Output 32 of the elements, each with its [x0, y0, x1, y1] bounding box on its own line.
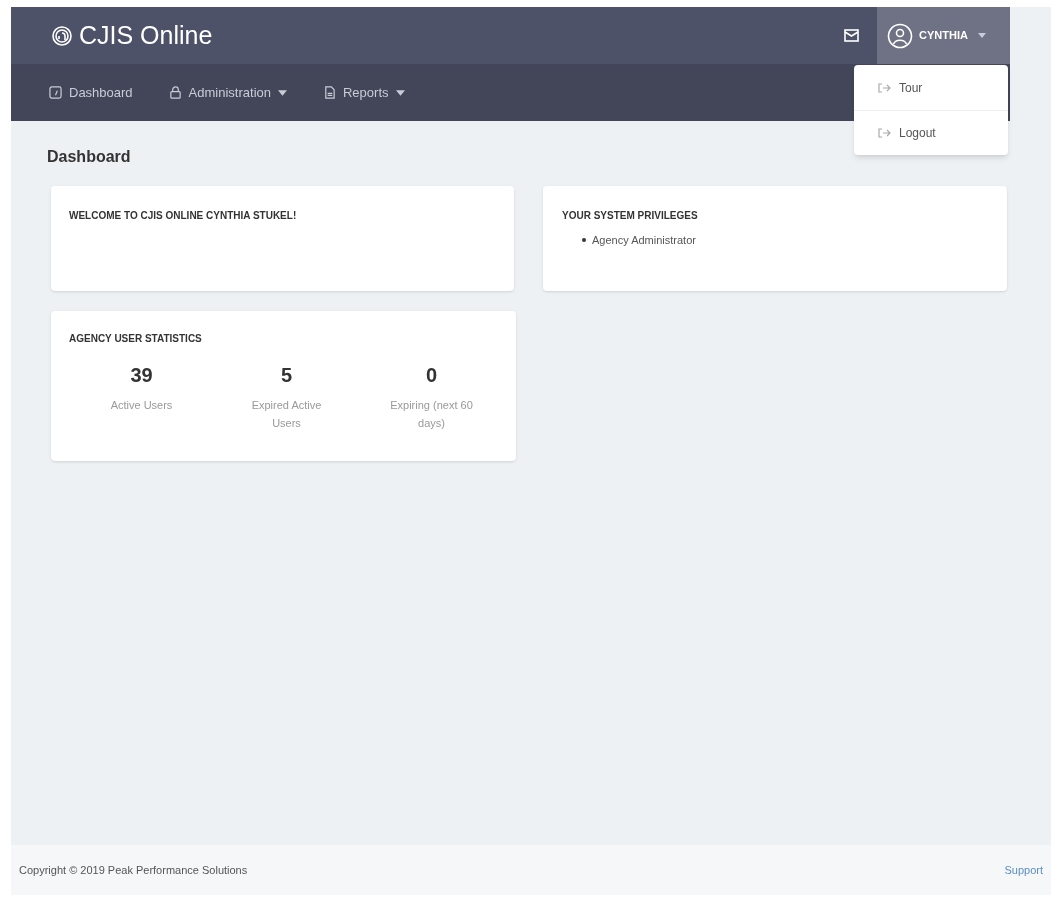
nav-item[interactable]: Administration [168, 82, 287, 103]
brand-title[interactable]: CJIS Online [79, 23, 213, 48]
menu-item[interactable]: Logout [854, 110, 1008, 155]
stat-label: Active Users [109, 398, 174, 413]
stat-label: Expiring (next 60 days) [389, 398, 474, 431]
mail-icon[interactable] [844, 29, 859, 42]
menu-item[interactable]: Tour [854, 65, 1008, 110]
copyright-text: Copyright © 2019 Peak Performance Solutions [19, 862, 248, 878]
exit-icon [877, 81, 891, 94]
bullet-icon [582, 238, 586, 243]
stat-value: 0 [425, 363, 438, 388]
exit-icon [877, 127, 891, 139]
stat-value: 5 [280, 363, 293, 388]
caret-icon [977, 33, 986, 38]
user-menu-button[interactable]: CYNTHIA [877, 7, 1010, 64]
caret-icon [278, 89, 287, 96]
document-icon [323, 86, 336, 99]
privilege-item: Agency Administrator [592, 233, 696, 248]
card-title: YOUR SYSTEM PRIVILEGES [562, 209, 699, 223]
gauge-icon [49, 86, 62, 99]
page-title: Dashboard [47, 147, 132, 167]
fingerprint-icon [51, 24, 73, 47]
support-link[interactable]: Support [1004, 861, 1043, 879]
stat-label: Expired Active Users [250, 398, 323, 431]
card-title: AGENCY USER STATISTICS [69, 332, 203, 346]
nav-item[interactable]: Reports [323, 82, 405, 103]
nav-item[interactable]: Dashboard [49, 82, 133, 103]
user-icon [887, 22, 913, 49]
caret-icon [395, 89, 405, 96]
lock-icon [168, 86, 182, 99]
stat-value: 39 [130, 363, 153, 388]
card-title: WELCOME TO CJIS ONLINE CYNTHIA STUKEL! [69, 209, 298, 223]
